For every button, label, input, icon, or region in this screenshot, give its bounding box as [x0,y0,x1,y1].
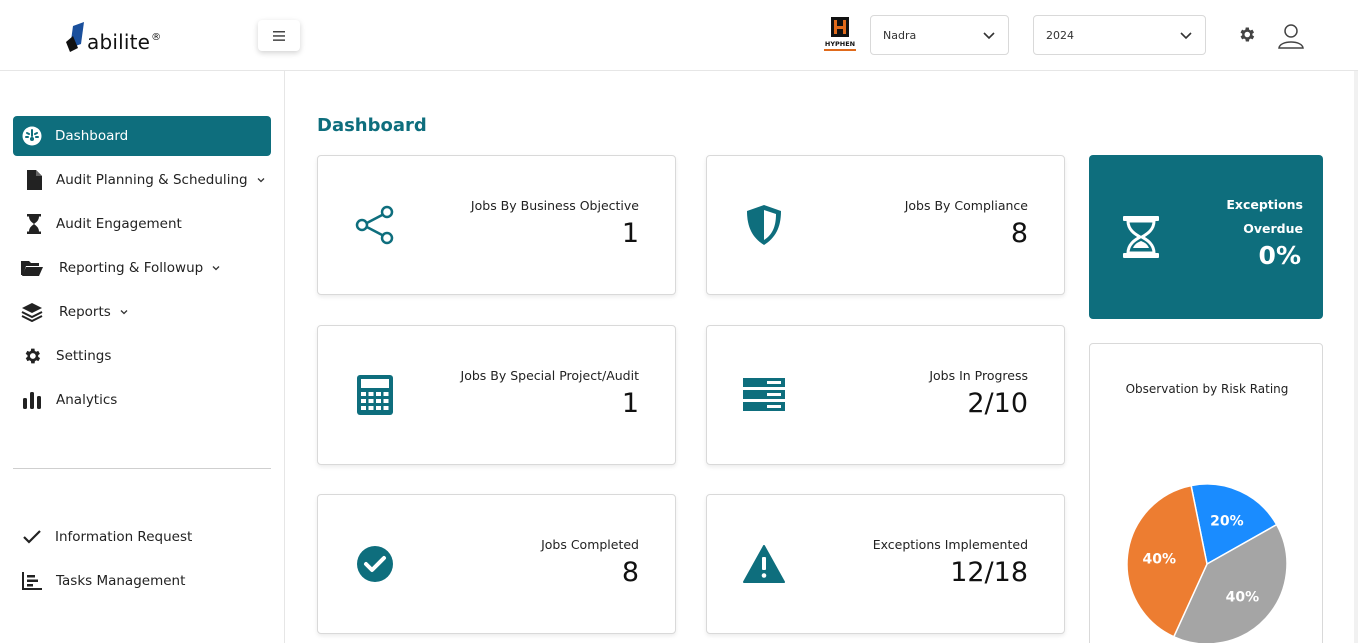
tasks-chart-icon [21,570,43,592]
page-title: Dashboard [317,115,427,136]
card-label: Exceptions Implemented [872,537,1028,552]
share-icon [352,202,398,248]
chart-title: Observation by Risk Rating [1125,382,1289,396]
sidebar-item-audit-engagement[interactable]: Audit Engagement [13,204,271,244]
pie-slice-label: 40% [1143,552,1177,568]
sidebar-item-information-request[interactable]: Information Request [13,517,271,557]
hyphen-company-logo: HYPHEN [824,17,856,51]
sidebar-item-dashboard[interactable]: Dashboard [13,116,271,156]
check-circle-icon [352,541,398,587]
layers-icon [21,301,43,323]
pie-slice-label: 20% [1210,513,1244,529]
abilite-logo[interactable]: abilite® [64,18,161,54]
sidebar-item-label: Tasks Management [56,573,186,589]
card-jobs-by-compliance[interactable]: Jobs By Compliance 8 [706,155,1065,295]
card-label: Jobs Completed [541,537,639,552]
exceptions-label: Exceptions [1226,197,1303,212]
warning-icon [741,541,787,587]
hamburger-icon [273,30,285,41]
dashboard-gauge-icon [21,125,43,147]
pie-slice-label: 40% [1226,589,1260,605]
gear-icon [21,345,43,367]
card-label: Jobs By Business Objective [470,198,639,213]
logo-mark-icon [66,22,84,52]
card-value: 2/10 [967,388,1028,419]
card-value: 8 [621,557,639,588]
chevron-down-icon [256,175,266,185]
card-jobs-by-special-project[interactable]: Jobs By Special Project/Audit 1 [317,325,676,465]
card-label: Jobs By Compliance [904,198,1028,213]
organization-select-value: Nadra [883,28,917,42]
sidebar-item-reports[interactable]: Reports [13,292,271,332]
sidebar: Dashboard Audit Planning & Scheduling Au… [0,71,285,643]
sidebar-item-label: Settings [56,348,112,364]
page-scrollbar[interactable] [1354,71,1358,643]
logo-text: abilite® [87,30,162,54]
card-value: 8 [1010,218,1028,249]
chevron-down-icon [1180,32,1192,40]
calculator-icon [352,372,398,418]
shield-icon [741,202,787,248]
chevron-down-icon [211,263,221,273]
top-bar: abilite® HYPHEN Nadra 2024 [0,0,1358,71]
chevron-down-icon [119,307,129,317]
checkmark-icon [21,526,43,548]
sidebar-item-analytics[interactable]: Analytics [13,380,271,420]
sidebar-item-settings[interactable]: Settings [13,336,271,376]
menu-toggle-button[interactable] [258,20,300,51]
sidebar-item-tasks-management[interactable]: Tasks Management [13,561,271,601]
sidebar-item-label: Reporting & Followup [59,260,204,276]
overdue-label: Overdue [1243,221,1303,236]
card-value: 12/18 [950,557,1028,588]
document-icon [23,169,45,191]
card-value: 1 [621,388,639,419]
hourglass-icon [1123,216,1159,258]
card-jobs-in-progress[interactable]: Jobs In Progress 2/10 [706,325,1065,465]
card-exceptions-implemented[interactable]: Exceptions Implemented 12/18 [706,494,1065,634]
organization-select[interactable]: Nadra [870,15,1009,55]
card-label: Jobs By Special Project/Audit [460,368,639,383]
sidebar-item-label: Audit Engagement [56,216,182,232]
card-label: Jobs In Progress [929,368,1028,383]
card-jobs-completed[interactable]: Jobs Completed 8 [317,494,676,634]
svg-text:HYPHEN: HYPHEN [825,40,855,48]
user-profile-icon[interactable] [1277,22,1305,50]
sidebar-item-label: Information Request [55,529,193,545]
year-select[interactable]: 2024 [1033,15,1206,55]
card-value: 1 [621,218,639,249]
server-icon [741,372,787,418]
card-exceptions-overdue[interactable]: Exceptions Overdue 0% [1089,155,1323,319]
sidebar-item-label: Audit Planning & Scheduling [56,172,248,188]
sidebar-item-label: Analytics [56,392,118,408]
settings-gear-icon[interactable] [1237,25,1256,44]
bar-chart-icon [21,389,43,411]
folder-open-icon [21,257,43,279]
hourglass-icon [23,213,45,235]
pie-chart: 20% 40% 40% [1126,483,1288,643]
card-jobs-by-business-objective[interactable]: Jobs By Business Objective 1 [317,155,676,295]
sidebar-item-label: Reports [59,304,111,320]
sidebar-item-reporting-followup[interactable]: Reporting & Followup [13,248,271,288]
observation-risk-chart-card: Observation by Risk Rating 20% 40% 40% [1089,343,1323,643]
exceptions-overdue-value: 0% [1258,241,1301,270]
sidebar-item-audit-planning[interactable]: Audit Planning & Scheduling [13,160,271,200]
chevron-down-icon [983,32,995,40]
year-select-value: 2024 [1046,28,1074,42]
sidebar-divider [13,468,271,469]
sidebar-item-label: Dashboard [55,128,129,144]
